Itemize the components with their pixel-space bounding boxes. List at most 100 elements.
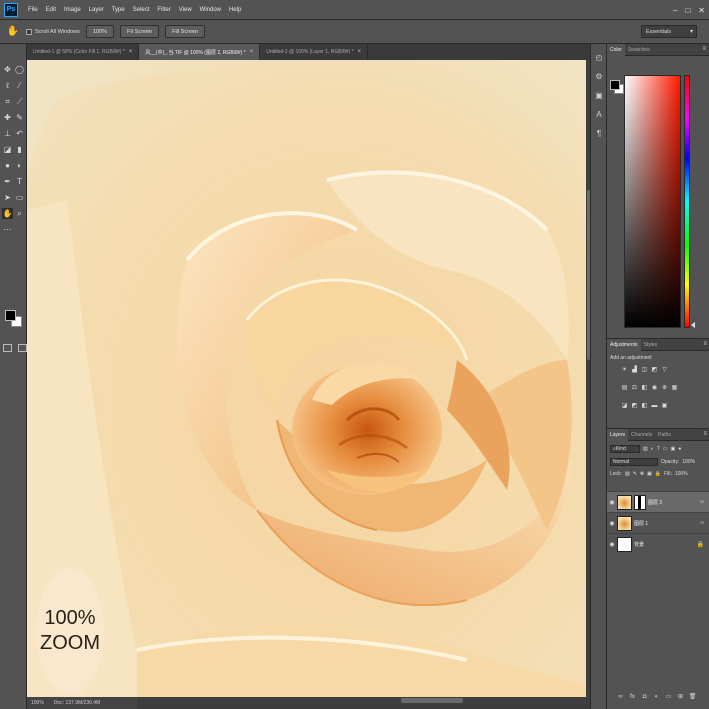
zoom-100-button[interactable]: 100%: [85, 25, 115, 38]
more-tools-icon[interactable]: ⋯: [2, 224, 13, 235]
visibility-eye-icon[interactable]: ◉: [607, 541, 617, 548]
fill-screen-button[interactable]: Fill Screen: [165, 25, 206, 38]
hand-tool-icon[interactable]: ✋: [2, 208, 13, 219]
close-icon[interactable]: ×: [358, 49, 362, 55]
photo-filter-icon[interactable]: ◉: [651, 384, 658, 391]
history-brush-tool-icon[interactable]: ↶: [14, 128, 25, 139]
color-lookup-icon[interactable]: ▦: [671, 384, 678, 391]
color-swatches[interactable]: [5, 310, 23, 328]
gradient-tool-icon[interactable]: ▮: [14, 144, 25, 155]
eyedropper-tool-icon[interactable]: ⟋: [14, 96, 25, 107]
lock-all-icon[interactable]: 🔒: [655, 471, 661, 477]
color-balance-icon[interactable]: ⚖: [631, 384, 638, 391]
opacity-value[interactable]: 100%: [682, 459, 695, 465]
new-layer-icon[interactable]: ⊞: [677, 693, 684, 700]
scroll-all-windows-option[interactable]: Scroll All Windows: [26, 28, 80, 35]
maximize-button[interactable]: □: [685, 6, 690, 15]
exposure-icon[interactable]: ◩: [651, 366, 658, 373]
healing-brush-tool-icon[interactable]: ✚: [2, 112, 13, 123]
shape-tool-icon[interactable]: ▭: [14, 192, 25, 203]
panel-menu-icon[interactable]: ≡: [703, 431, 707, 437]
screen-mode-icon[interactable]: [18, 344, 27, 352]
lock-artboard-icon[interactable]: ▣: [647, 471, 652, 477]
type-tool-icon[interactable]: T: [14, 176, 25, 187]
layer-name[interactable]: 图层 1: [634, 520, 700, 527]
path-select-tool-icon[interactable]: ➤: [2, 192, 13, 203]
horizontal-scroll-thumb[interactable]: [401, 698, 463, 703]
eraser-tool-icon[interactable]: ◪: [2, 144, 13, 155]
link-layers-icon[interactable]: ∞: [617, 693, 624, 700]
layer-row[interactable]: ◉ 图层 1 ∞: [607, 512, 709, 533]
menu-image[interactable]: Image: [60, 7, 85, 13]
close-icon[interactable]: ×: [250, 49, 254, 55]
lock-transparent-icon[interactable]: ▨: [625, 471, 630, 477]
fill-value[interactable]: 100%: [675, 471, 688, 477]
fit-screen-button[interactable]: Fit Screen: [120, 25, 160, 38]
layer-name[interactable]: 图层 2: [648, 499, 700, 506]
layer-name[interactable]: 背景: [634, 541, 697, 548]
hand-icon[interactable]: ✋: [6, 25, 20, 39]
quick-mask-icon[interactable]: [3, 344, 12, 352]
posterize-icon[interactable]: ◩: [631, 402, 638, 409]
tab-layers[interactable]: Layers: [607, 428, 629, 441]
hue-slider[interactable]: [684, 75, 690, 328]
character-icon[interactable]: A: [593, 109, 605, 120]
levels-icon[interactable]: ▟: [631, 366, 638, 373]
zoom-tool-icon[interactable]: ⌕: [14, 208, 25, 219]
menu-edit[interactable]: Edit: [42, 7, 60, 13]
properties-icon[interactable]: ⚙: [593, 71, 605, 82]
menu-help[interactable]: Help: [225, 7, 245, 13]
tab-adjustments[interactable]: Adjustments: [607, 338, 641, 351]
tab-styles[interactable]: Styles: [641, 339, 661, 351]
paragraph-icon[interactable]: ¶: [593, 128, 605, 139]
visibility-eye-icon[interactable]: ◉: [607, 520, 617, 527]
tab-swatches[interactable]: Swatches: [625, 44, 653, 56]
history-icon[interactable]: ◴: [593, 52, 605, 63]
lasso-tool-icon[interactable]: ℓ: [2, 80, 13, 91]
menu-type[interactable]: Type: [108, 7, 129, 13]
menu-filter[interactable]: Filter: [153, 7, 174, 13]
lock-position-icon[interactable]: ✥: [640, 471, 644, 477]
layer-filter-select[interactable]: ⌕ Kind: [610, 445, 640, 453]
minimize-button[interactable]: –: [673, 6, 677, 15]
tab-untitled-1[interactable]: Untitled-1 @ 58% (Color Fill 1, RGB/8#) …: [27, 44, 140, 60]
foreground-color-swatch[interactable]: [5, 310, 16, 321]
add-mask-icon[interactable]: ◘: [641, 693, 648, 700]
filter-type-icon[interactable]: T: [657, 446, 660, 452]
scroll-all-windows-checkbox[interactable]: [26, 28, 32, 35]
blur-tool-icon[interactable]: ●: [2, 160, 13, 171]
invert-icon[interactable]: ◪: [621, 402, 628, 409]
close-icon[interactable]: ×: [129, 49, 133, 55]
curves-icon[interactable]: ◫: [641, 366, 648, 373]
filter-shape-icon[interactable]: ▭: [663, 446, 668, 452]
filter-toggle-icon[interactable]: ●: [678, 446, 681, 452]
menu-select[interactable]: Select: [129, 7, 154, 13]
filter-pixel-icon[interactable]: ▨: [643, 446, 648, 452]
hue-slider-handle[interactable]: [691, 322, 695, 328]
move-tool-icon[interactable]: ✥: [2, 64, 13, 75]
threshold-icon[interactable]: ◧: [641, 402, 648, 409]
color-panel-foreground[interactable]: [610, 80, 620, 90]
menu-view[interactable]: View: [175, 7, 196, 13]
selective-color-icon[interactable]: ▣: [661, 402, 668, 409]
tab-color[interactable]: Color: [607, 43, 625, 56]
brush-tool-icon[interactable]: ✎: [14, 112, 25, 123]
layer-mask-thumbnail[interactable]: [634, 494, 646, 510]
menu-file[interactable]: File: [24, 7, 42, 13]
vibrance-icon[interactable]: ▽: [661, 366, 668, 373]
blend-mode-select[interactable]: Normal: [610, 458, 658, 466]
marquee-tool-icon[interactable]: ◯: [14, 64, 25, 75]
lock-pixels-icon[interactable]: ✎: [633, 471, 637, 477]
brightness-icon[interactable]: ☀: [621, 366, 628, 373]
gradient-map-icon[interactable]: ▬: [651, 402, 658, 409]
layer-style-icon[interactable]: fx: [629, 693, 636, 700]
new-group-icon[interactable]: ▭: [665, 693, 672, 700]
delete-layer-icon[interactable]: 🗑: [689, 693, 697, 700]
tab-untitled-2[interactable]: Untitled-2 @ 100% (Layer 1, RGB/8#) * ×: [260, 44, 369, 60]
filter-smart-object-icon[interactable]: ▣: [671, 446, 676, 452]
filter-adjustment-icon[interactable]: ◐: [651, 446, 654, 452]
tab-paths[interactable]: Paths: [655, 429, 674, 441]
menu-window[interactable]: Window: [196, 7, 225, 13]
clone-stamp-tool-icon[interactable]: ⊥: [2, 128, 13, 139]
layer-row[interactable]: ◉ 背景 🔒: [607, 533, 709, 554]
